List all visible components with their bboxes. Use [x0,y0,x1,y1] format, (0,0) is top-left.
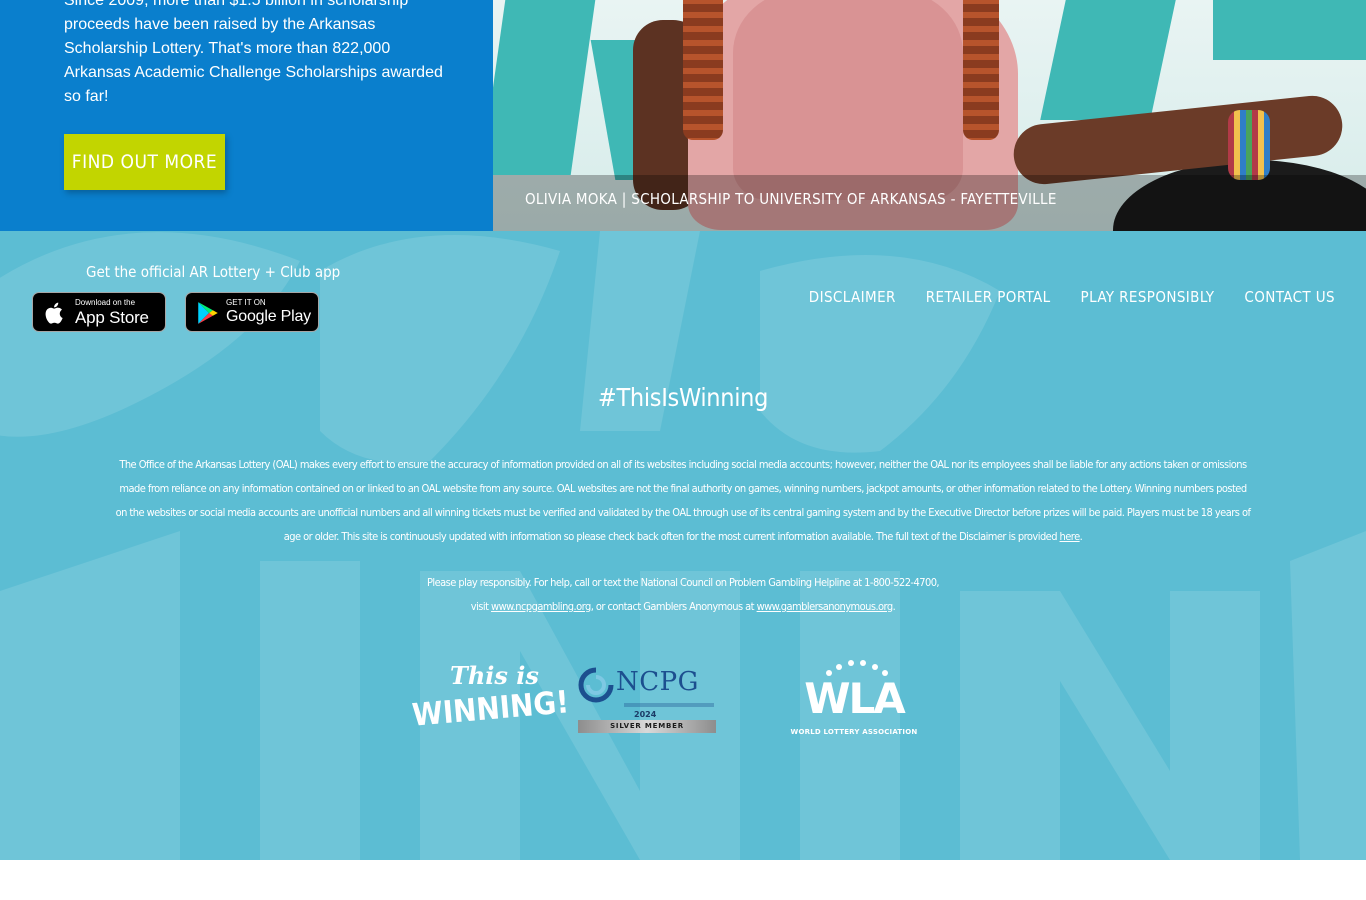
photo-hair [963,0,999,140]
ncpg-year: 2024 [634,710,657,719]
app-store-big-text: App Store [75,308,149,327]
this-is-winning-logo: This is WINNING! [411,661,571,734]
tiw-logo-big-text: WINNING! [410,684,571,734]
wla-logo-subtext: WORLD LOTTERY ASSOCIATION [790,728,918,736]
ncpg-link[interactable]: www.ncpgambling.org [491,600,591,613]
disclaimer-end: . [1079,530,1083,543]
partner-logos: This is WINNING! NCPG 2024 SILVER MEMBER… [0,656,1366,746]
footer-link-play-responsibly[interactable]: Play Responsibly [1081,288,1215,306]
ncpg-logo[interactable]: NCPG 2024 SILVER MEMBER [578,665,718,733]
wla-logo[interactable]: WLA WORLD LOTTERY ASSOCIATION [790,660,918,742]
wla-dot [836,664,842,670]
responsible-gaming-text: Please play responsibly. For help, call … [0,571,1366,619]
apple-icon [45,302,63,324]
wla-dot [872,664,878,670]
photo-bracelets [1228,110,1270,180]
scholarship-winner-photo: Olivia Moka | Scholarship to University … [493,0,1366,231]
google-play-icon [198,302,218,324]
footer-nav: Disclaimer Retailer Portal Play Responsi… [809,288,1335,306]
disclaimer-text: The Office of the Arkansas Lottery (OAL)… [113,453,1253,549]
ncpg-swirl-icon [578,667,614,703]
hero-info-panel: Since 2009, more than $1.5 billion in sc… [0,0,493,231]
photo-shirt [733,0,963,200]
disclaimer-here-link[interactable]: here [1060,530,1081,543]
ncpg-tagline [624,703,714,707]
google-play-big-text: Google Play [226,308,311,325]
footer-link-contact-us[interactable]: Contact Us [1244,288,1335,306]
photo-bg-stripe [1040,0,1176,120]
google-play-small-text: GET IT ON [226,298,266,307]
scholarship-hero: Since 2009, more than $1.5 billion in sc… [0,0,1366,231]
photo-bg-stripe [493,0,596,175]
footer-link-disclaimer[interactable]: Disclaimer [809,288,896,306]
hero-intro-text: Since 2009, more than $1.5 billion in sc… [64,0,443,105]
google-play-badge[interactable]: GET IT ON Google Play [185,292,319,332]
photo-caption: Olivia Moka | Scholarship to University … [525,190,1057,208]
app-store-small-text: Download on the [75,298,136,307]
footer-link-retailer-portal[interactable]: Retailer Portal [926,288,1051,306]
help-end-text: . [892,600,896,613]
app-promo-label: Get the official AR Lottery + Club app [86,263,341,281]
help-visit-text: visit [470,600,492,613]
app-store-badge[interactable]: Download on the App Store [32,292,166,332]
ncpg-logo-text: NCPG [616,667,699,697]
photo-bg-stripe [1213,0,1366,60]
find-out-more-button[interactable]: Find Out More [64,134,225,190]
wla-logo-text: WLA [804,674,906,723]
wla-dot [848,660,854,666]
help-mid-text: , or contact Gamblers Anonymous at [590,600,757,613]
site-footer: Get the official AR Lottery + Club app D… [0,231,1366,860]
tiw-logo-small-text: This is [450,661,539,690]
ncpg-member-badge: SILVER MEMBER [578,720,716,733]
wla-dot [860,660,866,666]
helpline-text: Please play responsibly. For help, call … [426,576,940,589]
photo-hair [683,0,723,140]
hashtag-heading: #ThisIsWinning [597,383,769,412]
gamblers-anonymous-link[interactable]: www.gamblersanonymous.org [757,600,894,613]
